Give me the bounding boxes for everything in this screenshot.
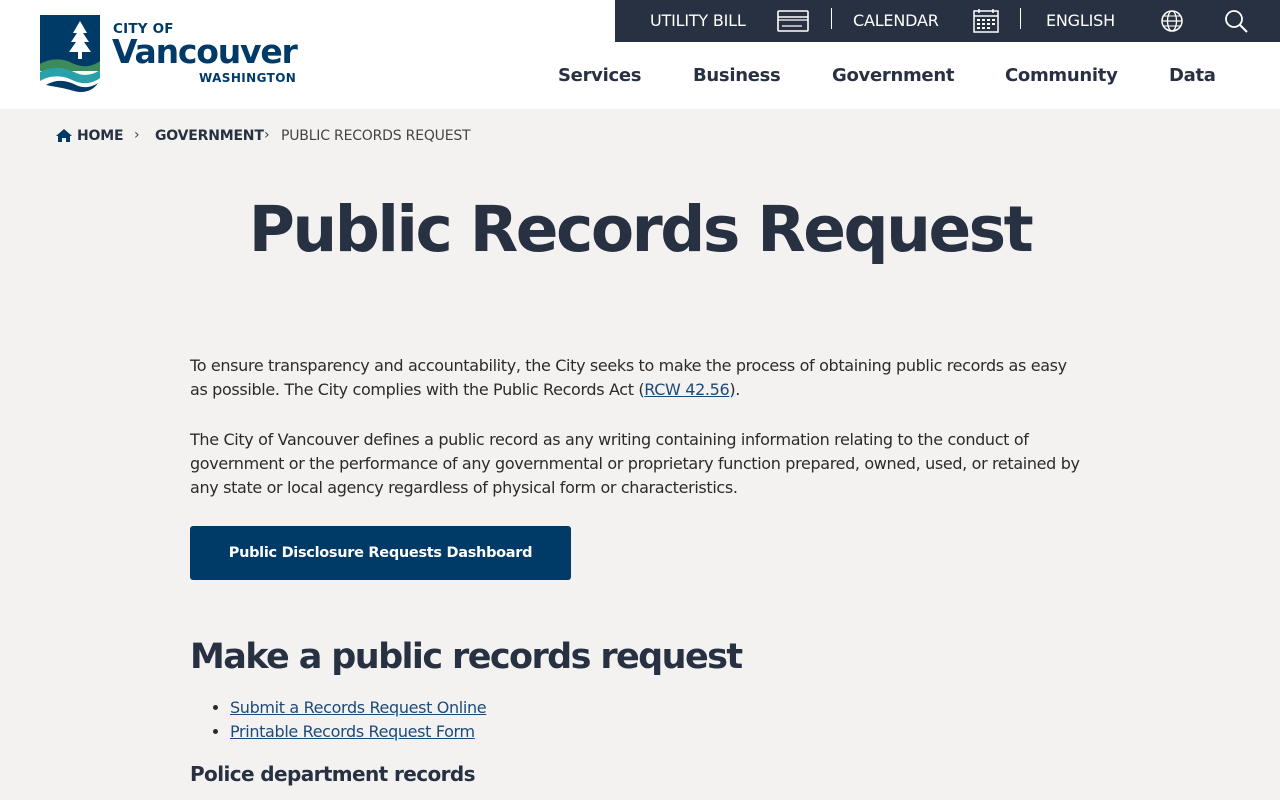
- utility-divider: [831, 8, 832, 29]
- logo-vancouver: Vancouver: [112, 32, 298, 71]
- list-item: Submit a Records Request Online: [230, 696, 487, 720]
- breadcrumb-home[interactable]: HOME: [77, 128, 124, 144]
- calendar-icon[interactable]: [969, 8, 1003, 34]
- nav-government[interactable]: Government: [832, 65, 954, 86]
- page-title: Public Records Request: [248, 193, 1034, 266]
- nav-business[interactable]: Business: [693, 65, 781, 86]
- nav-services[interactable]: Services: [558, 65, 641, 86]
- breadcrumb-current: PUBLIC RECORDS REQUEST: [281, 128, 471, 144]
- submit-request-online-link[interactable]: Submit a Records Request Online: [230, 698, 487, 717]
- police-records-heading: Police department records: [190, 762, 475, 786]
- utility-divider: [1020, 8, 1021, 29]
- breadcrumb-government[interactable]: GOVERNMENT: [155, 128, 264, 144]
- list-item: Printable Records Request Form: [230, 720, 486, 744]
- definition-paragraph: The City of Vancouver defines a public r…: [190, 430, 1080, 497]
- intro-text-end: ).: [729, 380, 740, 399]
- globe-icon[interactable]: [1155, 8, 1189, 34]
- printable-request-form-link[interactable]: Printable Records Request Form: [230, 722, 475, 741]
- nav-community[interactable]: Community: [1005, 65, 1118, 86]
- utility-bill-link[interactable]: UTILITY BILL: [650, 0, 746, 42]
- intro-paragraph: To ensure transparency and accountabilit…: [190, 354, 1080, 402]
- logo-washington: WASHINGTON: [199, 71, 297, 85]
- site-header: CITY OF Vancouver WASHINGTON UTILITY BIL…: [0, 0, 1280, 109]
- calendar-link[interactable]: CALENDAR: [853, 0, 939, 42]
- intro-text: To ensure transparency and accountabilit…: [190, 356, 1067, 399]
- section-heading: Make a public records request: [190, 637, 743, 677]
- home-icon[interactable]: [56, 128, 72, 147]
- city-logo-link[interactable]: CITY OF Vancouver WASHINGTON: [40, 15, 312, 95]
- nav-data[interactable]: Data: [1169, 65, 1216, 86]
- breadcrumb-separator: ›: [264, 127, 270, 143]
- rcw-link[interactable]: RCW 42.56: [644, 380, 729, 399]
- credit-card-icon[interactable]: [776, 8, 810, 34]
- request-links-list: Submit a Records Request Online Printabl…: [230, 696, 487, 744]
- utility-bar: UTILITY BILL CALENDAR ENGLISH: [615, 0, 1280, 42]
- search-icon[interactable]: [1220, 8, 1254, 34]
- breadcrumb-separator: ›: [134, 127, 140, 143]
- language-selector[interactable]: ENGLISH: [1046, 0, 1115, 42]
- public-disclosure-dashboard-button[interactable]: Public Disclosure Requests Dashboard: [190, 526, 571, 580]
- city-logo-icon: [40, 15, 100, 93]
